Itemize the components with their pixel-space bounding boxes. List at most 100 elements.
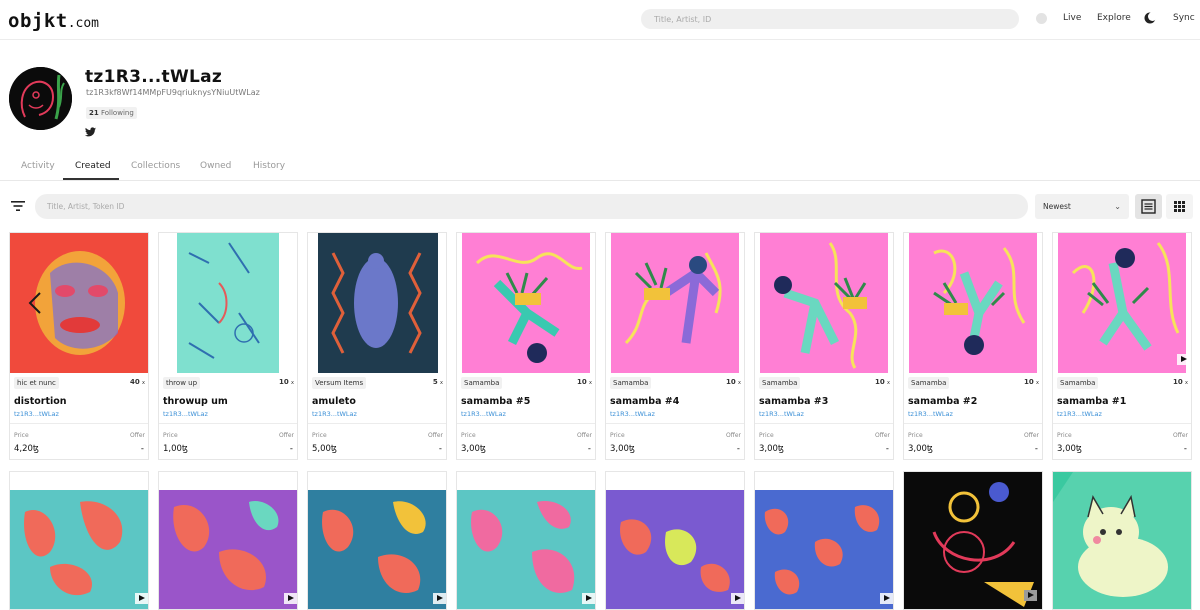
offer-value: - — [289, 444, 293, 454]
token-creator[interactable]: tz1R3...tWLaz — [163, 410, 208, 418]
profile-address[interactable]: tz1R3kf8Wf14MMpFU9qriuknysYNiuUtWLaz — [86, 88, 260, 97]
token-card[interactable] — [456, 471, 596, 610]
offer-label: Offer — [576, 432, 592, 439]
global-search-input[interactable] — [641, 9, 1019, 29]
play-icon[interactable] — [582, 593, 595, 604]
token-card[interactable] — [9, 471, 149, 610]
token-artwork[interactable] — [159, 472, 298, 610]
token-card[interactable]: Versum Items 5 x amuleto tz1R3...tWLaz P… — [307, 232, 447, 460]
token-creator[interactable]: tz1R3...tWLaz — [1057, 410, 1102, 418]
token-card[interactable] — [754, 471, 894, 610]
token-title[interactable]: samamba #1 — [1057, 396, 1126, 407]
token-creator[interactable]: tz1R3...tWLaz — [759, 410, 804, 418]
sort-select[interactable]: Newest ⌄ — [1035, 194, 1129, 219]
collection-badge[interactable]: Samamba — [908, 377, 950, 389]
collection-badge[interactable]: throw up — [163, 377, 201, 389]
token-card[interactable] — [307, 471, 447, 610]
price-value: 4,20ꜩ — [14, 444, 39, 454]
nav-sync[interactable]: Sync — [1173, 13, 1195, 23]
play-icon[interactable] — [1024, 590, 1037, 601]
following-badge[interactable]: 21 Following — [86, 107, 137, 119]
collection-badge[interactable]: Samamba — [1057, 377, 1099, 389]
play-icon[interactable] — [433, 593, 446, 604]
filter-icon[interactable] — [11, 200, 25, 212]
token-creator[interactable]: tz1R3...tWLaz — [461, 410, 506, 418]
play-icon[interactable] — [1177, 354, 1190, 365]
token-card[interactable]: Samamba 10 x samamba #5 tz1R3...tWLaz Pr… — [456, 232, 596, 460]
price-value: 3,00ꜩ — [759, 444, 784, 454]
token-artwork[interactable] — [606, 233, 744, 373]
tab-collections[interactable]: Collections — [131, 161, 180, 171]
network-status-dot — [1036, 13, 1047, 24]
token-artwork[interactable] — [10, 233, 148, 373]
tab-activity[interactable]: Activity — [21, 161, 55, 171]
token-title[interactable]: samamba #4 — [610, 396, 679, 407]
price-value: 3,00ꜩ — [610, 444, 635, 454]
token-title[interactable]: distortion — [14, 396, 67, 407]
play-icon[interactable] — [284, 593, 297, 604]
token-card[interactable] — [903, 471, 1043, 610]
token-card[interactable]: Samamba 10 x samamba #3 tz1R3...tWLaz Pr… — [754, 232, 894, 460]
tab-created[interactable]: Created — [75, 161, 111, 171]
token-title[interactable]: samamba #3 — [759, 396, 828, 407]
list-view-button[interactable] — [1135, 194, 1162, 219]
token-card[interactable] — [605, 471, 745, 610]
edition-count: 10 x — [279, 378, 294, 386]
token-card[interactable]: Samamba 10 x samamba #4 tz1R3...tWLaz Pr… — [605, 232, 745, 460]
token-artwork[interactable] — [1053, 233, 1191, 373]
token-artwork[interactable] — [159, 233, 297, 373]
token-title[interactable]: amuleto — [312, 396, 356, 407]
twitter-icon[interactable] — [85, 127, 96, 137]
nav-live[interactable]: Live — [1063, 13, 1081, 23]
price-label: Price — [610, 432, 625, 439]
collection-badge[interactable]: Versum Items — [312, 377, 367, 389]
play-icon[interactable] — [880, 593, 893, 604]
token-card[interactable]: Samamba 10 x samamba #2 tz1R3...tWLaz Pr… — [903, 232, 1043, 460]
offer-label: Offer — [1172, 432, 1188, 439]
token-title[interactable]: samamba #2 — [908, 396, 977, 407]
offer-value: - — [885, 444, 889, 454]
token-creator[interactable]: tz1R3...tWLaz — [908, 410, 953, 418]
token-card[interactable] — [1052, 471, 1192, 610]
token-card[interactable] — [158, 471, 298, 610]
token-card[interactable]: hic et nunc 40 x distortion tz1R3...tWLa… — [9, 232, 149, 460]
grid-view-button[interactable] — [1166, 194, 1193, 219]
token-artwork[interactable] — [457, 233, 595, 373]
token-artwork[interactable] — [904, 233, 1042, 373]
token-card[interactable]: throw up 10 x throwup um tz1R3...tWLaz P… — [158, 232, 298, 460]
tab-owned[interactable]: Owned — [200, 161, 231, 171]
divider — [755, 423, 893, 424]
collection-badge[interactable]: Samamba — [759, 377, 801, 389]
collection-badge[interactable]: Samamba — [461, 377, 503, 389]
token-creator[interactable]: tz1R3...tWLaz — [312, 410, 357, 418]
token-artwork[interactable] — [904, 472, 1043, 610]
tab-history[interactable]: History — [253, 161, 285, 171]
token-artwork[interactable] — [755, 472, 894, 610]
offer-label: Offer — [725, 432, 741, 439]
token-artwork[interactable] — [308, 233, 446, 373]
nav-explore[interactable]: Explore — [1097, 13, 1131, 23]
token-artwork[interactable] — [606, 472, 745, 610]
collection-badge[interactable]: Samamba — [610, 377, 652, 389]
play-icon[interactable] — [135, 593, 148, 604]
token-title[interactable]: samamba #5 — [461, 396, 530, 407]
site-logo[interactable]: objkt.com — [8, 10, 99, 32]
edition-count: 40 x — [130, 378, 145, 386]
offer-label: Offer — [427, 432, 443, 439]
token-artwork[interactable] — [755, 233, 893, 373]
divider — [159, 423, 297, 424]
edition-count: 10 x — [875, 378, 890, 386]
token-artwork[interactable] — [308, 472, 447, 610]
play-icon[interactable] — [731, 593, 744, 604]
dark-mode-icon[interactable] — [1144, 12, 1156, 24]
collection-badge[interactable]: hic et nunc — [14, 377, 59, 389]
token-artwork[interactable] — [10, 472, 149, 610]
token-creator[interactable]: tz1R3...tWLaz — [14, 410, 59, 418]
token-artwork[interactable] — [457, 472, 596, 610]
token-title[interactable]: throwup um — [163, 396, 228, 407]
token-artwork[interactable] — [1053, 472, 1192, 610]
edition-count: 10 x — [577, 378, 592, 386]
token-card[interactable]: Samamba 10 x samamba #1 tz1R3...tWLaz Pr… — [1052, 232, 1192, 460]
token-creator[interactable]: tz1R3...tWLaz — [610, 410, 655, 418]
token-search-input[interactable] — [35, 194, 1028, 219]
